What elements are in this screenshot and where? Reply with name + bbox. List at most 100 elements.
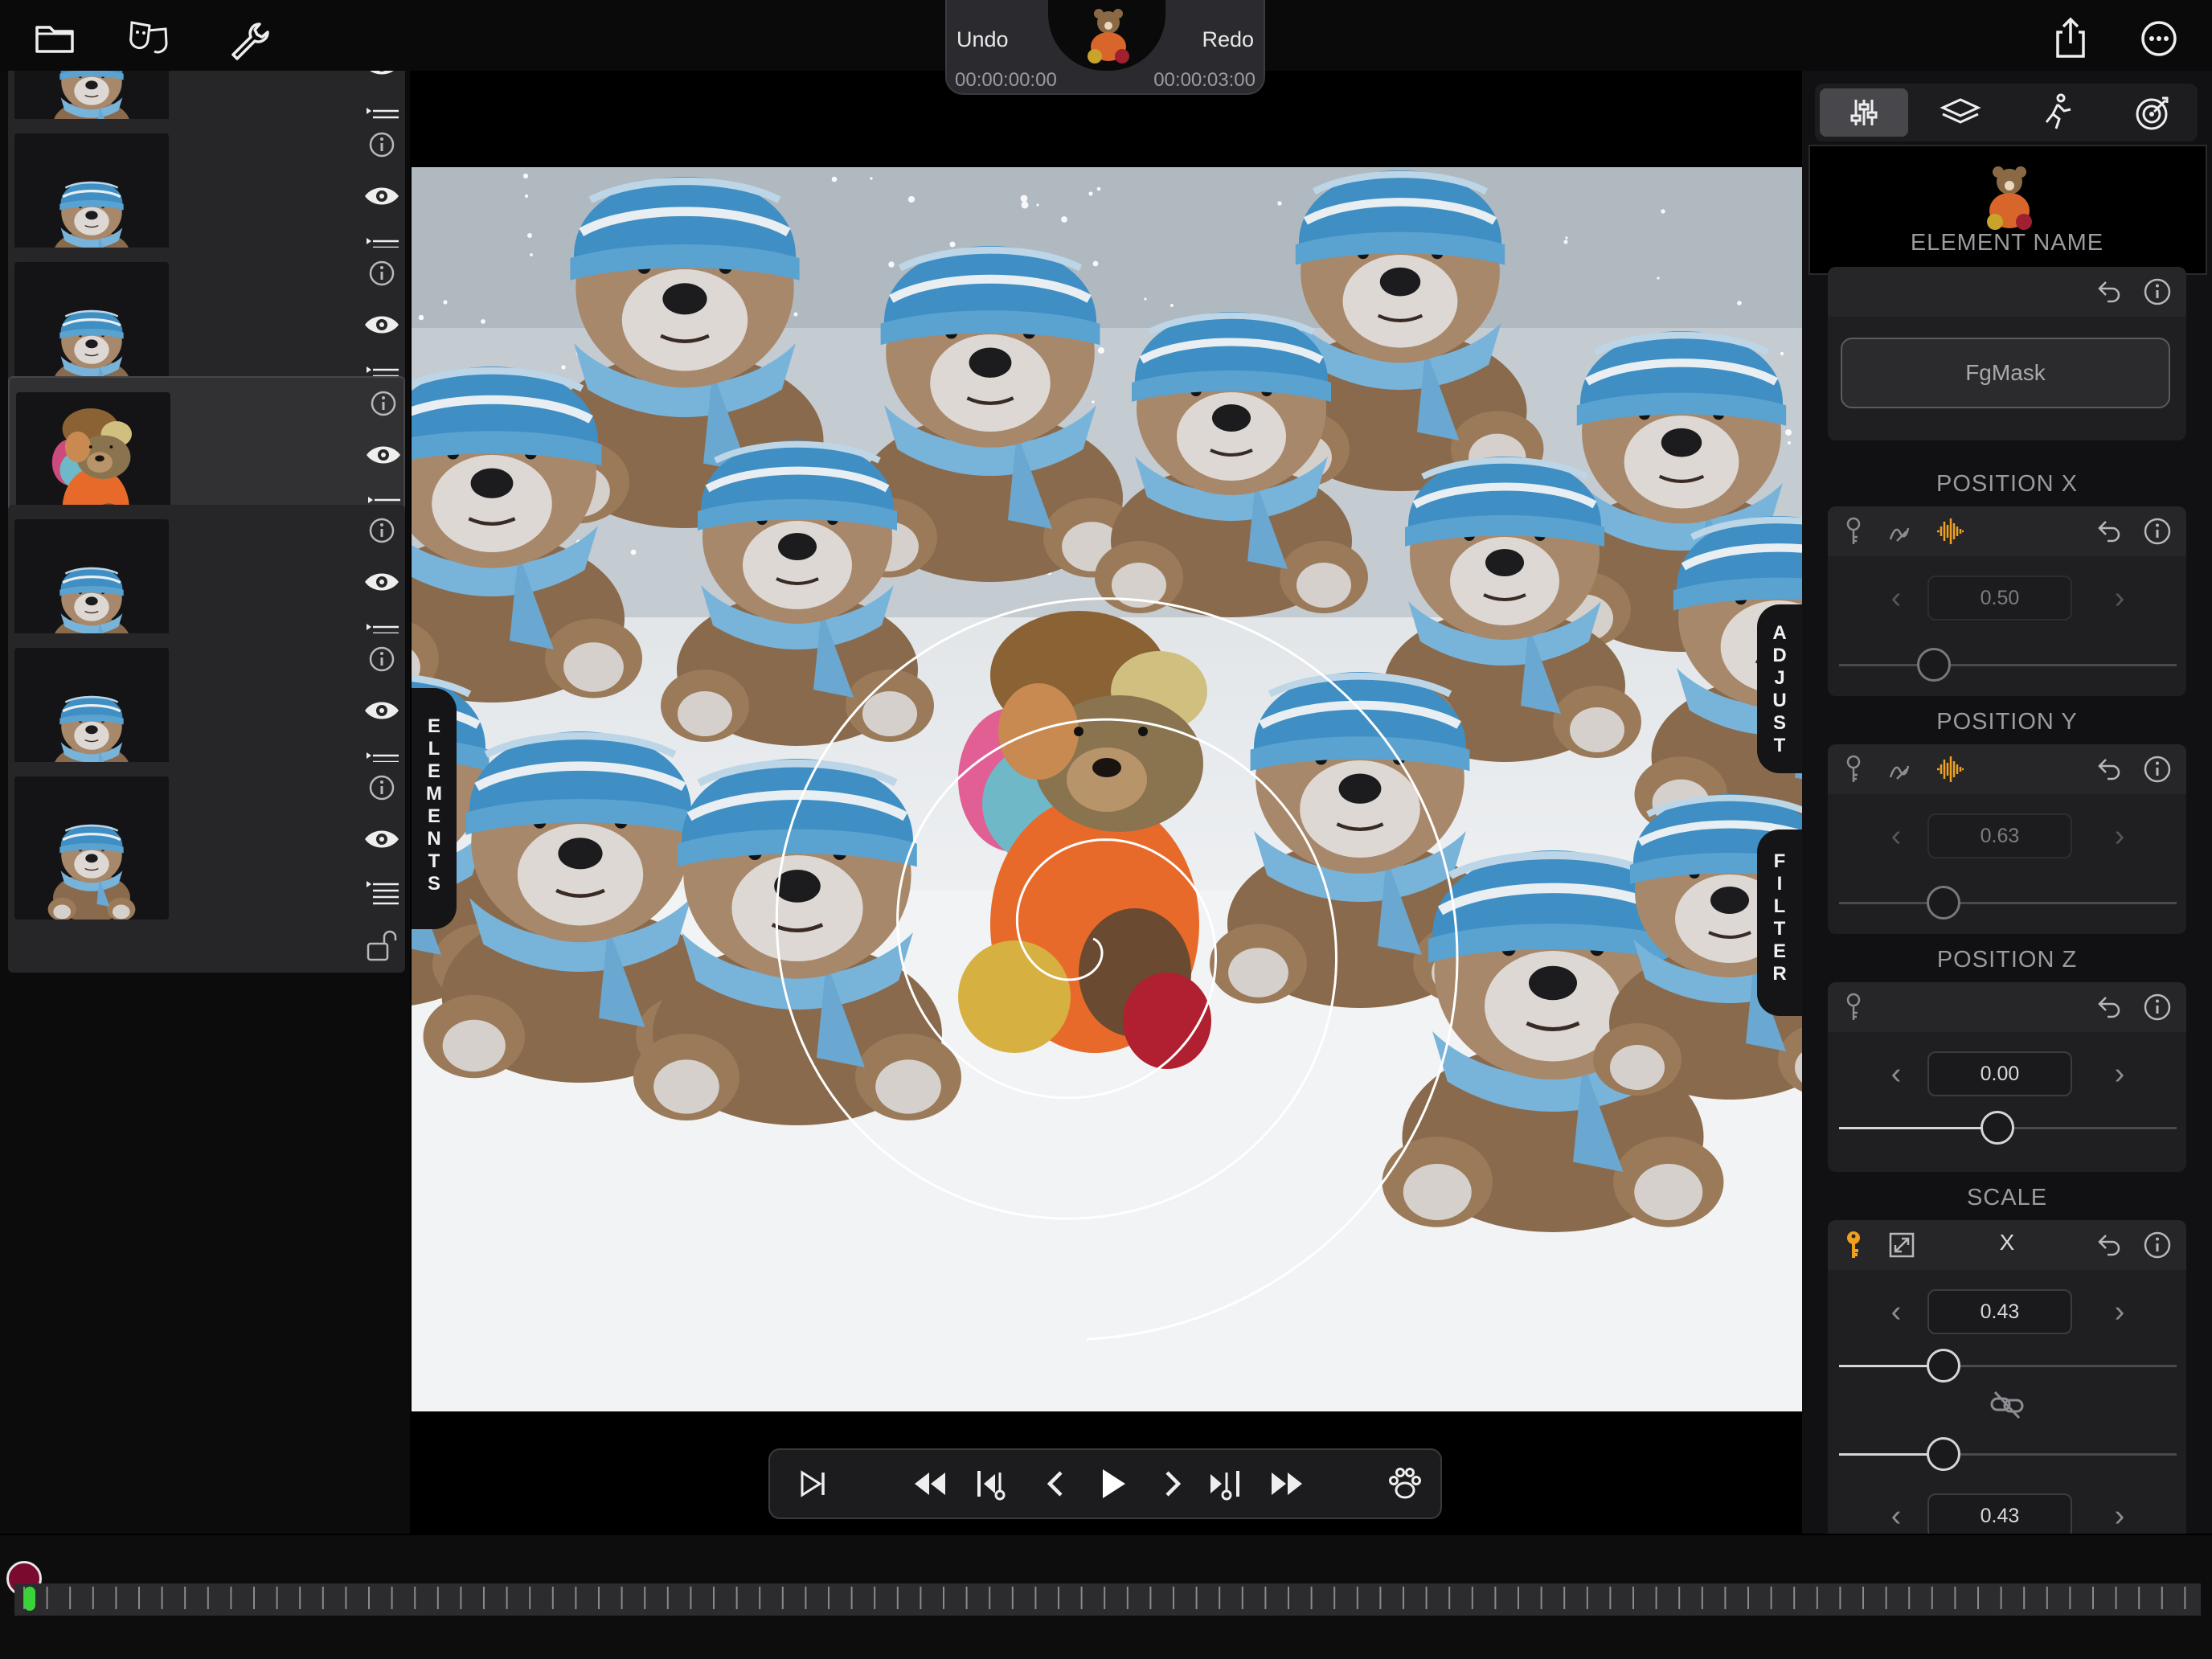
info-icon[interactable]	[362, 641, 402, 677]
keyframe-icon[interactable]	[1837, 1229, 1870, 1261]
decrement-button[interactable]: ‹	[1884, 1296, 1908, 1328]
reset-icon[interactable]	[2093, 991, 2125, 1023]
position-z-toolbar	[1828, 982, 2186, 1032]
list-icon[interactable]	[362, 873, 402, 908]
reset-icon[interactable]	[2093, 276, 2125, 308]
undo-button[interactable]: Undo	[956, 27, 1009, 52]
redo-button[interactable]: Redo	[1202, 27, 1254, 52]
theater-masks-icon[interactable]	[125, 14, 174, 63]
slider-knob[interactable]	[1927, 1437, 1961, 1471]
scale-x-value[interactable]: 0.43	[1927, 1289, 2072, 1334]
target-icon[interactable]	[2108, 88, 2196, 137]
curve-icon[interactable]	[1886, 753, 1918, 785]
audio-wave-icon[interactable]	[1934, 515, 1966, 547]
scale-x-slider[interactable]	[1839, 1349, 2177, 1382]
folder-icon[interactable]	[31, 14, 79, 63]
info-icon[interactable]	[2141, 991, 2173, 1023]
info-icon[interactable]	[362, 513, 402, 548]
step-forward-icon[interactable]	[1151, 1463, 1193, 1505]
visibility-eye-icon[interactable]	[362, 693, 402, 728]
set-out-point-icon[interactable]	[1204, 1463, 1246, 1505]
increment-button[interactable]: ›	[2108, 1058, 2132, 1090]
keyframe-icon[interactable]	[1837, 991, 1870, 1023]
sliders-icon[interactable]	[1820, 88, 1908, 137]
motion-icon[interactable]	[2013, 88, 2101, 137]
position-x-slider[interactable]	[1839, 648, 2177, 682]
filter-tab[interactable]: FILTER	[1757, 830, 1802, 1016]
position-y-value[interactable]: 0.63	[1927, 813, 2072, 858]
layers-icon[interactable]	[1916, 88, 2005, 137]
element-name-field[interactable]: FgMask	[1841, 338, 2170, 408]
wrench-icon[interactable]	[225, 14, 273, 63]
reset-icon[interactable]	[2093, 1229, 2125, 1261]
keyframe-icon[interactable]	[1837, 515, 1870, 547]
timeline[interactable]	[0, 1535, 2212, 1659]
scale-y-slider[interactable]	[1839, 1437, 2177, 1471]
adjust-tab[interactable]: ADJUST	[1757, 604, 1802, 773]
panel-tabs	[1815, 84, 2198, 141]
time-end: 00:00:03:00	[1153, 69, 1256, 91]
position-z-slider[interactable]	[1839, 1111, 2177, 1145]
transport-controls	[768, 1448, 1442, 1519]
increment-button[interactable]: ›	[2108, 1296, 2132, 1328]
position-z-value[interactable]: 0.00	[1927, 1051, 2072, 1096]
step-back-icon[interactable]	[1035, 1463, 1077, 1505]
info-icon[interactable]	[362, 256, 402, 291]
reset-icon[interactable]	[2093, 515, 2125, 547]
element-thumbnail	[14, 776, 169, 920]
decrement-button[interactable]: ‹	[1884, 820, 1908, 852]
audio-wave-icon[interactable]	[1934, 753, 1966, 785]
fast-forward-icon[interactable]	[1267, 1463, 1309, 1505]
info-icon[interactable]	[2141, 515, 2173, 547]
info-icon[interactable]	[2141, 276, 2173, 308]
more-icon[interactable]	[2135, 14, 2183, 63]
reset-icon[interactable]	[2093, 753, 2125, 785]
position-y-slider[interactable]	[1839, 886, 2177, 920]
slider-knob[interactable]	[1927, 886, 1961, 920]
unlock-icon[interactable]	[362, 928, 402, 963]
slider-fill	[1839, 1127, 1998, 1129]
share-icon[interactable]	[2046, 14, 2095, 63]
visibility-eye-icon[interactable]	[362, 71, 402, 84]
slider-knob[interactable]	[1981, 1111, 2015, 1145]
scale-axis-label[interactable]: X	[1989, 1230, 2026, 1262]
elements-tab[interactable]: ELEMENTS	[412, 688, 457, 929]
curve-icon[interactable]	[1886, 515, 1918, 547]
info-icon[interactable]	[2141, 1229, 2173, 1261]
bear-scene	[412, 167, 1802, 1411]
position-x-value[interactable]: 0.50	[1927, 576, 2072, 621]
element-card[interactable]	[8, 762, 405, 973]
visibility-eye-icon[interactable]	[363, 437, 403, 473]
elements-list[interactable]: FgMask.6 FgMask.17	[0, 71, 410, 1534]
resize-icon[interactable]	[1886, 1229, 1918, 1261]
timeline-ruler[interactable]	[14, 1583, 2201, 1616]
rewind-icon[interactable]	[908, 1463, 950, 1505]
to-end-marker-icon[interactable]	[793, 1463, 834, 1505]
slider-knob[interactable]	[1916, 648, 1951, 682]
play-icon[interactable]	[1092, 1463, 1133, 1505]
paw-icon[interactable]	[1384, 1463, 1426, 1505]
set-in-point-icon[interactable]	[971, 1463, 1013, 1505]
visibility-eye-icon[interactable]	[362, 564, 402, 600]
visibility-eye-icon[interactable]	[362, 307, 402, 342]
keyframe-icon[interactable]	[1837, 753, 1870, 785]
increment-button[interactable]: ›	[2108, 582, 2132, 614]
visibility-eye-icon[interactable]	[362, 821, 402, 857]
slider-knob[interactable]	[1927, 1349, 1961, 1382]
decrement-button[interactable]: ‹	[1884, 582, 1908, 614]
time-start: 00:00:00:00	[955, 69, 1057, 91]
increment-button[interactable]: ›	[2108, 820, 2132, 852]
increment-button[interactable]: ›	[2108, 1500, 2132, 1532]
info-icon[interactable]	[362, 127, 402, 162]
link-icon[interactable]	[1989, 1389, 2026, 1421]
decrement-button[interactable]: ‹	[1884, 1058, 1908, 1090]
info-icon[interactable]	[363, 386, 403, 421]
decrement-button[interactable]: ‹	[1884, 1500, 1908, 1532]
playhead[interactable]	[24, 1587, 35, 1611]
preview-canvas[interactable]	[412, 167, 1802, 1411]
info-icon[interactable]	[362, 770, 402, 805]
info-icon[interactable]	[2141, 753, 2173, 785]
visibility-eye-icon[interactable]	[362, 178, 402, 214]
scale-toolbar: X	[1828, 1220, 2186, 1270]
scale-y-value[interactable]: 0.43	[1927, 1493, 2072, 1534]
